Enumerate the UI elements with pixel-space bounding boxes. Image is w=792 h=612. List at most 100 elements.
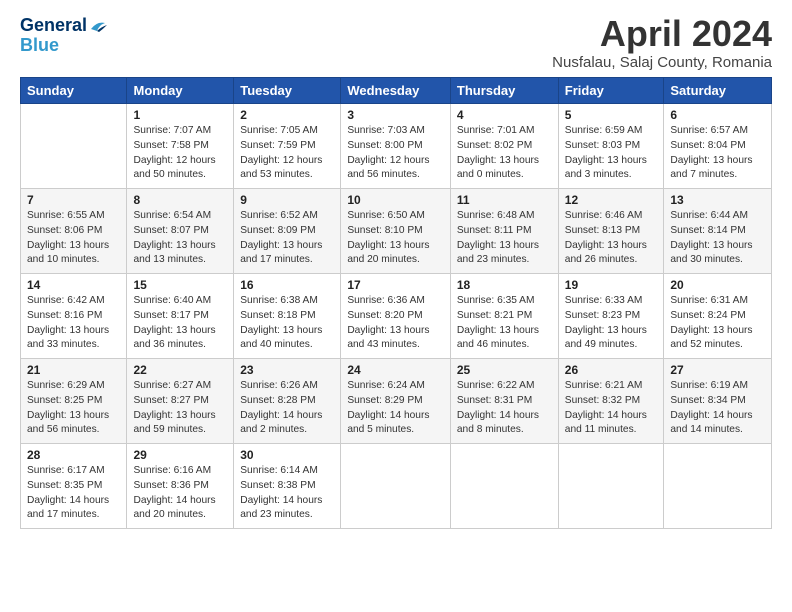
day-info: Sunrise: 6:57 AMSunset: 8:04 PMDaylight:… <box>670 124 765 183</box>
day-number: 18 <box>457 278 552 292</box>
month-title: April 2024 <box>552 16 772 52</box>
calendar-cell: 27 Sunrise: 6:19 AMSunset: 8:34 PMDayligh… <box>664 359 772 444</box>
day-info: Sunrise: 6:22 AMSunset: 8:31 PMDaylight:… <box>457 379 552 438</box>
day-info: Sunrise: 6:33 AMSunset: 8:23 PMDaylight:… <box>565 294 658 353</box>
col-sunday: Sunday <box>21 78 127 104</box>
calendar-cell <box>450 444 558 529</box>
calendar-week-row: 21 Sunrise: 6:29 AMSunset: 8:25 PMDayligh… <box>21 359 772 444</box>
day-info: Sunrise: 6:35 AMSunset: 8:21 PMDaylight:… <box>457 294 552 353</box>
calendar-cell: 8 Sunrise: 6:54 AMSunset: 8:07 PMDaylight… <box>127 189 234 274</box>
col-monday: Monday <box>127 78 234 104</box>
day-number: 30 <box>240 448 334 462</box>
day-info: Sunrise: 6:17 AMSunset: 8:35 PMDaylight:… <box>27 464 120 523</box>
title-block: April 2024 Nusfalau, Salaj County, Roman… <box>552 16 772 71</box>
calendar-week-row: 28 Sunrise: 6:17 AMSunset: 8:35 PMDayligh… <box>21 444 772 529</box>
day-number: 4 <box>457 108 552 122</box>
day-number: 11 <box>457 193 552 207</box>
day-number: 6 <box>670 108 765 122</box>
col-thursday: Thursday <box>450 78 558 104</box>
day-number: 10 <box>347 193 444 207</box>
day-info: Sunrise: 6:50 AMSunset: 8:10 PMDaylight:… <box>347 209 444 268</box>
day-info: Sunrise: 6:19 AMSunset: 8:34 PMDaylight:… <box>670 379 765 438</box>
day-info: Sunrise: 7:05 AMSunset: 7:59 PMDaylight:… <box>240 124 334 183</box>
day-info: Sunrise: 6:48 AMSunset: 8:11 PMDaylight:… <box>457 209 552 268</box>
day-number: 2 <box>240 108 334 122</box>
logo-blue: Blue <box>20 36 59 56</box>
col-saturday: Saturday <box>664 78 772 104</box>
calendar-cell <box>558 444 664 529</box>
day-number: 12 <box>565 193 658 207</box>
calendar-cell: 21 Sunrise: 6:29 AMSunset: 8:25 PMDayligh… <box>21 359 127 444</box>
calendar-cell: 7 Sunrise: 6:55 AMSunset: 8:06 PMDaylight… <box>21 189 127 274</box>
calendar-cell: 15 Sunrise: 6:40 AMSunset: 8:17 PMDayligh… <box>127 274 234 359</box>
calendar-cell: 10 Sunrise: 6:50 AMSunset: 8:10 PMDayligh… <box>341 189 451 274</box>
calendar-cell: 5 Sunrise: 6:59 AMSunset: 8:03 PMDaylight… <box>558 104 664 189</box>
calendar-cell: 4 Sunrise: 7:01 AMSunset: 8:02 PMDaylight… <box>450 104 558 189</box>
day-number: 23 <box>240 363 334 377</box>
col-friday: Friday <box>558 78 664 104</box>
calendar-cell: 2 Sunrise: 7:05 AMSunset: 7:59 PMDaylight… <box>234 104 341 189</box>
logo-general: General <box>20 16 87 36</box>
day-info: Sunrise: 6:29 AMSunset: 8:25 PMDaylight:… <box>27 379 120 438</box>
calendar-cell: 19Sunrise: 6:33 AMSunset: 8:23 PMDayligh… <box>558 274 664 359</box>
day-info: Sunrise: 6:54 AMSunset: 8:07 PMDaylight:… <box>133 209 227 268</box>
day-number: 14 <box>27 278 120 292</box>
day-number: 20 <box>670 278 765 292</box>
day-number: 29 <box>133 448 227 462</box>
calendar-cell: 3 Sunrise: 7:03 AMSunset: 8:00 PMDaylight… <box>341 104 451 189</box>
location: Nusfalau, Salaj County, Romania <box>552 54 772 71</box>
day-info: Sunrise: 6:21 AMSunset: 8:32 PMDaylight:… <box>565 379 658 438</box>
day-number: 8 <box>133 193 227 207</box>
day-info: Sunrise: 6:46 AMSunset: 8:13 PMDaylight:… <box>565 209 658 268</box>
calendar-cell: 18 Sunrise: 6:35 AMSunset: 8:21 PMDayligh… <box>450 274 558 359</box>
header: General Blue April 2024 Nusfalau, Salaj … <box>20 16 772 71</box>
day-number: 25 <box>457 363 552 377</box>
col-wednesday: Wednesday <box>341 78 451 104</box>
calendar-cell: 29Sunrise: 6:16 AMSunset: 8:36 PMDayligh… <box>127 444 234 529</box>
calendar-cell: 22Sunrise: 6:27 AMSunset: 8:27 PMDayligh… <box>127 359 234 444</box>
calendar-cell: 9Sunrise: 6:52 AMSunset: 8:09 PMDaylight… <box>234 189 341 274</box>
day-info: Sunrise: 7:07 AMSunset: 7:58 PMDaylight:… <box>133 124 227 183</box>
calendar-cell: 28 Sunrise: 6:17 AMSunset: 8:35 PMDayligh… <box>21 444 127 529</box>
day-info: Sunrise: 7:01 AMSunset: 8:02 PMDaylight:… <box>457 124 552 183</box>
day-number: 17 <box>347 278 444 292</box>
calendar-cell: 23 Sunrise: 6:26 AMSunset: 8:28 PMDayligh… <box>234 359 341 444</box>
day-info: Sunrise: 6:44 AMSunset: 8:14 PMDaylight:… <box>670 209 765 268</box>
calendar-cell <box>341 444 451 529</box>
day-number: 5 <box>565 108 658 122</box>
day-number: 26 <box>565 363 658 377</box>
day-number: 13 <box>670 193 765 207</box>
day-info: Sunrise: 6:14 AMSunset: 8:38 PMDaylight:… <box>240 464 334 523</box>
calendar-cell <box>664 444 772 529</box>
day-number: 21 <box>27 363 120 377</box>
day-number: 7 <box>27 193 120 207</box>
day-info: Sunrise: 6:31 AMSunset: 8:24 PMDaylight:… <box>670 294 765 353</box>
calendar-cell: 16Sunrise: 6:38 AMSunset: 8:18 PMDayligh… <box>234 274 341 359</box>
calendar-week-row: 7 Sunrise: 6:55 AMSunset: 8:06 PMDaylight… <box>21 189 772 274</box>
day-info: Sunrise: 6:52 AMSunset: 8:09 PMDaylight:… <box>240 209 334 268</box>
day-number: 28 <box>27 448 120 462</box>
col-tuesday: Tuesday <box>234 78 341 104</box>
day-info: Sunrise: 6:59 AMSunset: 8:03 PMDaylight:… <box>565 124 658 183</box>
calendar-cell: 26 Sunrise: 6:21 AMSunset: 8:32 PMDayligh… <box>558 359 664 444</box>
day-number: 27 <box>670 363 765 377</box>
day-info: Sunrise: 7:03 AMSunset: 8:00 PMDaylight:… <box>347 124 444 183</box>
day-info: Sunrise: 6:24 AMSunset: 8:29 PMDaylight:… <box>347 379 444 438</box>
day-info: Sunrise: 6:42 AMSunset: 8:16 PMDaylight:… <box>27 294 120 353</box>
calendar-cell: 6 Sunrise: 6:57 AMSunset: 8:04 PMDaylight… <box>664 104 772 189</box>
day-info: Sunrise: 6:26 AMSunset: 8:28 PMDaylight:… <box>240 379 334 438</box>
day-info: Sunrise: 6:55 AMSunset: 8:06 PMDaylight:… <box>27 209 120 268</box>
main-container: General Blue April 2024 Nusfalau, Salaj … <box>0 0 792 612</box>
calendar-cell: 17Sunrise: 6:36 AMSunset: 8:20 PMDayligh… <box>341 274 451 359</box>
day-info: Sunrise: 6:40 AMSunset: 8:17 PMDaylight:… <box>133 294 227 353</box>
logo-bird-icon <box>89 19 107 33</box>
calendar-cell: 11 Sunrise: 6:48 AMSunset: 8:11 PMDayligh… <box>450 189 558 274</box>
day-number: 15 <box>133 278 227 292</box>
calendar-cell: 13 Sunrise: 6:44 AMSunset: 8:14 PMDayligh… <box>664 189 772 274</box>
day-number: 3 <box>347 108 444 122</box>
calendar-cell: 24Sunrise: 6:24 AMSunset: 8:29 PMDayligh… <box>341 359 451 444</box>
calendar-cell: 14 Sunrise: 6:42 AMSunset: 8:16 PMDayligh… <box>21 274 127 359</box>
calendar-cell: 25 Sunrise: 6:22 AMSunset: 8:31 PMDayligh… <box>450 359 558 444</box>
day-number: 22 <box>133 363 227 377</box>
calendar-cell: 1Sunrise: 7:07 AMSunset: 7:58 PMDaylight… <box>127 104 234 189</box>
